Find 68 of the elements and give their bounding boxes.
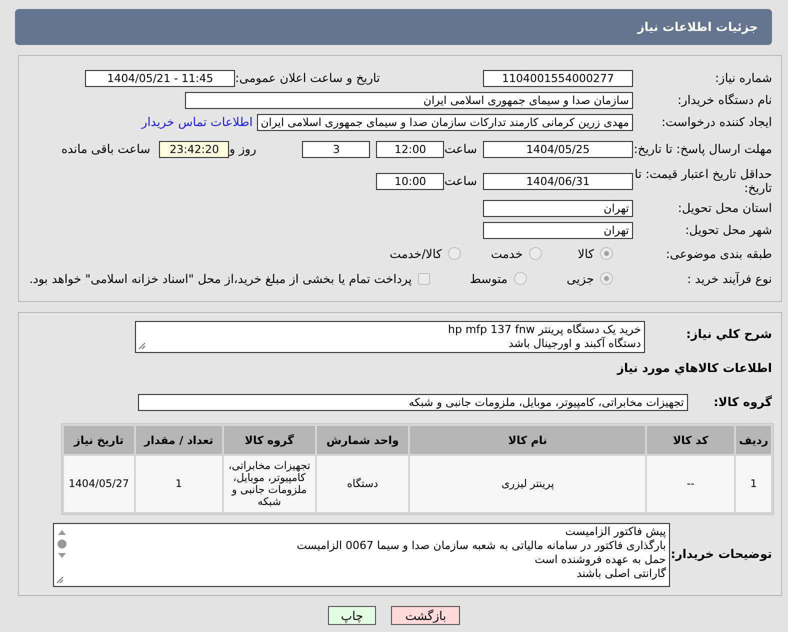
field-label: ساعت باقی مانده — [61, 142, 150, 156]
field-label: طبقه بندی موضوعی: — [664, 246, 772, 260]
table-cell: تجهیزات مخابراتی، کامپیوتر، موبایل، ملزومات جانبی و شبکه — [224, 456, 315, 512]
field-label: مهلت ارسال پاسخ: تا تاریخ: — [633, 142, 772, 156]
column-header: تاریخ نیاز — [64, 426, 134, 454]
table-cell: 1 — [736, 456, 771, 512]
print-button[interactable]: چاپ — [328, 606, 376, 625]
description-box[interactable]: خرید یک دستگاه پرینتر hp mfp 137 fnw دستگاه آکبند و اورجینال باشد — [135, 321, 645, 353]
field-label: ایجاد کننده درخواست: — [660, 115, 772, 129]
column-header: گروه کالا — [224, 426, 315, 454]
radio-icon[interactable] — [528, 247, 542, 260]
column-header: کد کالا — [646, 426, 734, 454]
field-label: تاریخ و ساعت اعلان عمومی: — [235, 71, 380, 85]
field-label: نوع فرآیند خرید : — [686, 272, 772, 286]
table-cell: -- — [646, 456, 734, 512]
resize-grip-icon[interactable] — [138, 342, 146, 350]
text-field[interactable]: 1404/05/25 — [483, 140, 633, 158]
text-field[interactable]: 10:00 — [376, 172, 444, 190]
table-cell: 1404/05/27 — [64, 456, 134, 512]
text-field[interactable]: 12:00 — [376, 140, 444, 158]
field-label: ساعت — [444, 174, 477, 188]
column-header: نام کالا — [410, 426, 645, 454]
field-label: گروه کالا: — [712, 395, 772, 409]
field-label: استان محل تحویل: — [676, 201, 772, 215]
field-label: توضیحات خریدار: — [670, 546, 772, 561]
table-cell: پرینتر لیزری — [410, 456, 645, 512]
radio-icon[interactable] — [514, 272, 527, 285]
text-field[interactable]: 1404/06/31 — [483, 172, 633, 190]
checkbox-option[interactable]: پرداخت تمام یا بخشی از مبلغ خرید،از محل "اسناد خزانه اسلامی" خواهد بود. — [29, 272, 430, 286]
column-header: ردیف — [736, 426, 771, 454]
field-label: حداقل تاریخ اعتبار قیمت: تا تاریخ: — [634, 167, 772, 195]
notes-box[interactable]: پیش فاکتور الزامیست بارگذاری فاکتور در سامانه مالیاتی به شعبه سازمان صدا و سیما 0067 الزامیست حمل به عهده فروشنده است گارانتی اصلی باشند — [53, 523, 670, 587]
text-field[interactable]: 1104001554000277 — [483, 70, 633, 86]
text-field[interactable]: تهران — [483, 222, 633, 238]
countdown-field: 23:42:20 — [159, 140, 230, 158]
radio-icon[interactable] — [600, 247, 613, 260]
column-header: واحد شمارش — [316, 426, 408, 454]
table-cell: 1 — [136, 456, 222, 512]
field-label: ساعت — [444, 142, 477, 156]
radio-option[interactable]: کالا — [578, 246, 613, 260]
text-field[interactable]: 1404/05/21 - 11:45 — [85, 70, 236, 86]
text-field[interactable]: تجهیزات مخابراتی، کامپیوتر، موبایل، ملزومات جانبی و شبکه — [138, 394, 688, 410]
field-label: شرح کلي نياز: — [685, 326, 772, 341]
field-label: نام دستگاه خریدار: — [676, 93, 772, 107]
scroll-down-icon[interactable] — [57, 552, 67, 560]
radio-icon[interactable] — [448, 247, 461, 260]
text-field[interactable]: تهران — [483, 200, 633, 216]
resize-grip-icon[interactable] — [56, 576, 64, 584]
checkbox-icon[interactable] — [418, 272, 430, 284]
text-field[interactable]: مهدی زرین کرمانی کارمند تدارکات سازمان صدا و سیمای جمهوری اسلامی ایران — [256, 114, 633, 130]
section-heading: اطلاعات کالاهاي مورد نياز — [616, 361, 772, 375]
page-header: جزئیات اطلاعات نیاز — [15, 9, 772, 45]
radio-icon[interactable] — [600, 272, 613, 285]
text-field[interactable]: 3 — [302, 140, 370, 158]
scroll-thumb-icon[interactable] — [57, 539, 67, 549]
field-label: شماره نیاز: — [714, 71, 772, 85]
scroll-up-icon[interactable] — [57, 528, 67, 536]
text-field[interactable]: سازمان صدا و سیمای جمهوری اسلامی ایران — [185, 92, 633, 108]
radio-option[interactable]: متوسط — [470, 272, 527, 286]
back-button[interactable]: بازگشت — [391, 606, 460, 625]
radio-option[interactable]: کالا/خدمت — [390, 246, 461, 260]
contact-link[interactable]: اطلاعات تماس خریدار — [142, 115, 253, 129]
radio-option[interactable]: جزیی — [566, 272, 613, 286]
radio-option[interactable]: خدمت — [490, 246, 542, 260]
table-cell: دستگاه — [316, 456, 408, 512]
field-label: روز و — [229, 142, 256, 156]
field-label: شهر محل تحویل: — [684, 223, 772, 237]
column-header: تعداد / مقدار — [136, 426, 222, 454]
